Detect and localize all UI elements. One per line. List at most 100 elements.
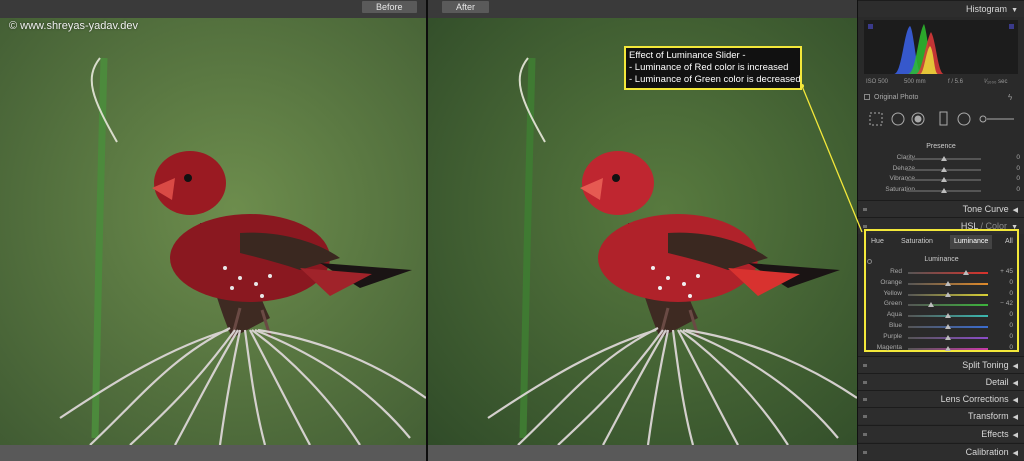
tab-saturation[interactable]: Saturation xyxy=(901,235,933,249)
flash-icon: ϟ xyxy=(1008,93,1013,102)
luminance-slider-track[interactable] xyxy=(908,313,988,319)
red-eye-icon[interactable] xyxy=(911,112,925,126)
tone-curve-header[interactable]: Tone Curve ◀ xyxy=(858,200,1024,217)
luminance-slider-thumb[interactable] xyxy=(945,334,951,340)
transform-header[interactable]: Transform ◀ xyxy=(858,407,1024,424)
luminance-slider-label: Magenta xyxy=(876,343,902,351)
panel-switch-icon[interactable] xyxy=(863,415,867,418)
luminance-title: Luminance xyxy=(924,256,959,263)
luminance-slider-track[interactable] xyxy=(908,345,988,351)
expand-icon: ◀ xyxy=(1012,432,1018,439)
luminance-slider-label: Purple xyxy=(883,332,902,340)
luminance-slider-thumb[interactable] xyxy=(945,324,951,329)
presence-slider-track[interactable] xyxy=(906,166,981,172)
detail-header[interactable]: Detail ◀ xyxy=(858,373,1024,390)
focal-text: 500 mm xyxy=(904,79,926,85)
presence-slider-row: Saturation 0 xyxy=(858,185,1024,196)
crop-tool-icon[interactable] xyxy=(869,112,883,126)
hsl-tabs: Hue Saturation Luminance All xyxy=(866,235,1017,249)
luminance-slider-label: Red xyxy=(890,268,902,275)
luminance-slider-track[interactable] xyxy=(908,324,988,329)
annotation-line: - Luminance of Green color is decreased xyxy=(629,74,801,85)
luminance-slider-row: Green − 42 xyxy=(866,299,1017,310)
luminance-slider-value[interactable]: 0 xyxy=(1009,322,1013,329)
luminance-slider-value[interactable]: 0 xyxy=(1009,333,1013,340)
luminance-slider-track[interactable] xyxy=(908,270,988,275)
original-photo-label: Original Photo xyxy=(874,94,919,101)
presence-slider-value[interactable]: 0 xyxy=(1016,175,1020,182)
calibration-title: Calibration xyxy=(965,447,1009,457)
histogram-title: Histogram xyxy=(966,4,1008,14)
luminance-slider-value[interactable]: 0 xyxy=(1009,311,1013,318)
presence-slider-row: Clarity0 xyxy=(858,153,1024,164)
panel-switch-icon[interactable] xyxy=(863,225,867,228)
split-toning-header[interactable]: Split Toning ◀ xyxy=(858,356,1024,373)
effects-header[interactable]: Effects ◀ xyxy=(858,425,1024,442)
luminance-slider-thumb[interactable] xyxy=(928,302,935,308)
presence-slider-value[interactable]: 0 xyxy=(1016,154,1020,161)
luminance-slider-label: Yellow xyxy=(883,289,902,297)
presence-slider-track[interactable] xyxy=(906,177,981,182)
before-photo xyxy=(0,18,426,445)
luminance-slider-label: Green xyxy=(883,300,902,308)
luminance-slider-thumb[interactable] xyxy=(963,270,969,275)
luminance-slider-row: Orange 0 xyxy=(866,278,1017,289)
panel-switch-icon[interactable] xyxy=(863,451,867,454)
luminance-slider-value[interactable]: + 45 xyxy=(1000,268,1013,275)
pane-divider[interactable] xyxy=(426,0,428,461)
luminance-slider-thumb[interactable] xyxy=(945,291,951,297)
radial-filter-icon[interactable] xyxy=(957,112,971,126)
spot-removal-icon[interactable] xyxy=(891,112,905,126)
presence-slider-thumb[interactable] xyxy=(940,166,947,172)
presence-slider-thumb[interactable] xyxy=(940,156,947,161)
histogram-header[interactable]: Histogram ▼ xyxy=(858,0,1024,17)
luminance-slider-row: Red + 45 xyxy=(866,267,1017,278)
original-photo-toggle[interactable]: Original Photo xyxy=(864,94,918,101)
before-pane: Before © www.shreyas-yadav.dev xyxy=(0,0,426,461)
luminance-slider-value[interactable]: 0 xyxy=(1009,279,1013,286)
panel-switch-icon[interactable] xyxy=(863,433,867,436)
lens-corrections-header[interactable]: Lens Corrections ◀ xyxy=(858,390,1024,407)
calibration-header[interactable]: Calibration ◀ xyxy=(858,443,1024,460)
transform-title: Transform xyxy=(967,411,1009,421)
luminance-slider-value[interactable]: 0 xyxy=(1009,290,1013,297)
luminance-slider-row: Blue 0 xyxy=(866,321,1017,332)
luminance-slider-thumb[interactable] xyxy=(945,345,951,351)
lightroom-window: Before © www.shreyas-yadav.dev After Eff… xyxy=(0,0,1024,461)
clipping-shadows-icon[interactable] xyxy=(868,24,873,29)
graduated-filter-icon[interactable] xyxy=(939,111,948,126)
tab-luminance[interactable]: Luminance xyxy=(950,235,993,249)
expand-icon: ◀ xyxy=(1012,380,1018,387)
luminance-slider-track[interactable] xyxy=(908,302,988,308)
adjustment-brush-icon[interactable] xyxy=(979,115,1014,123)
luminance-slider-label: Aqua xyxy=(886,311,902,319)
tool-strip xyxy=(869,111,1014,126)
annotation-line: Effect of Luminance Slider - xyxy=(629,50,746,61)
luminance-slider-value[interactable]: 0 xyxy=(1009,344,1013,351)
presence-section: Presence Clarity0Dehaze0Vibrance0Saturat… xyxy=(858,138,1024,198)
luminance-slider-track[interactable] xyxy=(908,280,988,286)
panel-switch-icon[interactable] xyxy=(863,398,867,401)
before-bottom-strip xyxy=(0,445,426,461)
luminance-slider-thumb[interactable] xyxy=(945,313,951,319)
presence-slider-track[interactable] xyxy=(906,156,981,161)
presence-slider-thumb[interactable] xyxy=(940,177,947,182)
after-bottom-strip xyxy=(428,445,857,461)
presence-slider-value[interactable]: 0 xyxy=(1016,186,1020,193)
luminance-slider-track[interactable] xyxy=(908,334,988,340)
clipping-highlights-icon[interactable] xyxy=(1009,24,1014,29)
panel-switch-icon[interactable] xyxy=(863,208,867,211)
tone-curve-title: Tone Curve xyxy=(962,204,1009,214)
histogram-graph xyxy=(864,20,1018,74)
luminance-slider-thumb[interactable] xyxy=(945,280,951,286)
presence-slider-value[interactable]: 0 xyxy=(1016,165,1020,172)
luminance-slider-value[interactable]: − 42 xyxy=(1000,300,1013,307)
tab-all[interactable]: All xyxy=(1005,235,1013,249)
luminance-slider-label: Blue xyxy=(888,322,902,329)
panel-switch-icon[interactable] xyxy=(863,381,867,384)
presence-slider-thumb[interactable] xyxy=(940,187,947,193)
panel-switch-icon[interactable] xyxy=(863,364,867,367)
presence-slider-track[interactable] xyxy=(906,187,981,193)
luminance-slider-track[interactable] xyxy=(908,291,988,297)
tab-hue[interactable]: Hue xyxy=(871,235,884,249)
